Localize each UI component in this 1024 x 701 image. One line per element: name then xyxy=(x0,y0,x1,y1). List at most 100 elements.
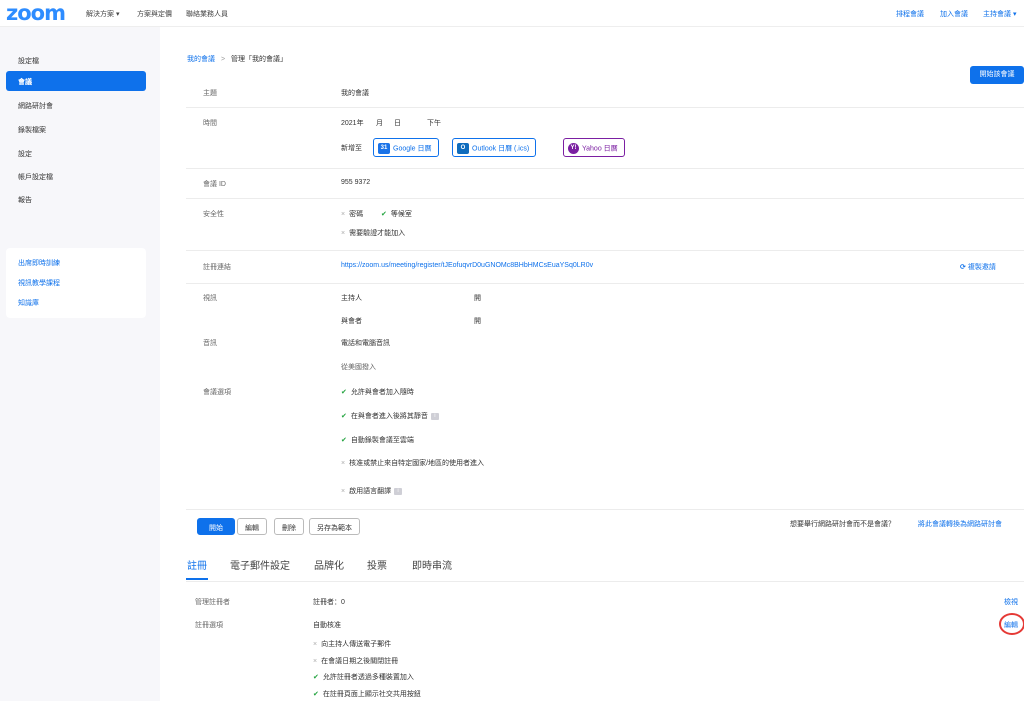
tab-registration[interactable]: 註冊 xyxy=(187,557,207,572)
check-icon: ✔ xyxy=(341,437,347,444)
breadcrumb-parent[interactable]: 我的會議 xyxy=(187,56,215,63)
topic-label: 主題 xyxy=(203,90,217,97)
sidebar-item-reports[interactable]: 報告 xyxy=(18,195,32,205)
sidebar-link-knowledge-base[interactable]: 知識庫 xyxy=(18,298,39,308)
check-icon: ✔ xyxy=(313,674,319,681)
delete-button[interactable]: 刪除 xyxy=(274,518,304,535)
tab-live-streaming[interactable]: 即時串流 xyxy=(412,557,452,572)
nav-join-meeting[interactable]: 加入會議 xyxy=(940,9,968,19)
x-icon: × xyxy=(341,460,346,467)
check-icon: ✔ xyxy=(381,211,387,218)
video-participant-value: 開 xyxy=(474,318,481,325)
x-icon: × xyxy=(341,230,346,237)
check-icon: ✔ xyxy=(341,389,347,396)
time-day: 日 xyxy=(394,120,401,127)
sidebar-help-box: 出席即時訓練 視訊教學課程 知識庫 xyxy=(6,248,146,318)
divider xyxy=(186,283,1024,284)
registration-approval: 自動核准 xyxy=(313,622,341,629)
sidebar-item-profile[interactable]: 設定檔 xyxy=(18,56,39,66)
sidebar-item-meetings[interactable]: 會議 xyxy=(6,71,146,91)
option-mute-on-entry: ✔ 在與會者進入後將其靜音 i xyxy=(341,411,439,421)
nav-pricing[interactable]: 方案與定價 xyxy=(137,9,172,19)
option-country-filter: × 核准或禁止來自特定國家/地區的使用者進入 xyxy=(341,460,485,467)
yahoo-calendar-label: Yahoo 日曆 xyxy=(582,145,618,153)
divider xyxy=(186,581,1024,582)
start-meeting-button[interactable]: 開始該會議 xyxy=(970,66,1024,84)
yahoo-calendar-button[interactable]: Y! Yahoo 日曆 xyxy=(563,138,625,157)
info-icon[interactable]: i xyxy=(394,487,403,495)
sidebar-item-account-profile[interactable]: 帳戶設定檔 xyxy=(18,172,53,182)
audio-value: 電話和電腦音訊 xyxy=(341,340,390,347)
x-icon: × xyxy=(313,641,318,648)
option-join-anytime: ✔ 允許與會者加入隨時 xyxy=(341,389,414,396)
highlight-circle xyxy=(999,613,1024,635)
reg-option-close-after-date: × 在會議日期之後關閉註冊 xyxy=(313,658,399,665)
nav-solutions[interactable]: 解決方案 ▾ xyxy=(86,9,119,19)
copy-invitation-button[interactable]: ⟳ 複製邀請 xyxy=(960,262,996,272)
google-calendar-button[interactable]: 31 Google 日曆 xyxy=(373,138,439,157)
divider xyxy=(186,168,1024,169)
start-button[interactable]: 開始 xyxy=(197,518,235,535)
topic-value: 我的會議 xyxy=(341,90,369,97)
active-tab-indicator xyxy=(186,578,208,580)
audio-label: 音訊 xyxy=(203,340,217,347)
security-passcode: × 密碼 xyxy=(341,211,364,218)
divider xyxy=(186,198,1024,199)
check-icon: ✔ xyxy=(313,691,319,698)
reg-option-email-host: × 向主持人傳送電子郵件 xyxy=(313,641,392,648)
video-host-label: 主持人 xyxy=(341,295,362,302)
security-auth: × 需要驗證才能加入 xyxy=(341,230,406,237)
info-icon[interactable]: i xyxy=(430,412,439,420)
sidebar-link-live-training[interactable]: 出席即時訓練 xyxy=(18,258,60,268)
outlook-calendar-button[interactable]: O Outlook 日曆 (.ics) xyxy=(452,138,537,157)
time-month: 月 xyxy=(376,120,383,127)
zoom-logo[interactable]: zoom xyxy=(6,1,66,25)
yahoo-icon: Y! xyxy=(568,143,579,154)
copy-icon: ⟳ xyxy=(960,264,966,271)
nav-host-meeting[interactable]: 主持會議 ▾ xyxy=(983,9,1016,19)
registrant-count: 註冊者：0 xyxy=(313,599,345,606)
webinar-prompt: 想要舉行網路研討會而不是會議？ xyxy=(790,521,895,528)
sidebar-item-recordings[interactable]: 錄製檔案 xyxy=(18,125,46,135)
nav-contact-sales[interactable]: 聯絡業務人員 xyxy=(186,9,228,19)
outlook-calendar-label: Outlook 日曆 (.ics) xyxy=(472,145,530,153)
video-participant-label: 與會者 xyxy=(341,318,362,325)
sidebar-item-settings[interactable]: 設定 xyxy=(18,149,32,159)
sidebar-link-video-tutorials[interactable]: 視訊教學課程 xyxy=(18,278,60,288)
security-label: 安全性 xyxy=(203,211,224,218)
reg-option-social-share: ✔ 在註冊頁面上顯示社交共用按鈕 xyxy=(313,691,421,698)
x-icon: × xyxy=(341,211,346,218)
meeting-id-label: 會議 ID xyxy=(203,181,226,188)
save-as-template-button[interactable]: 另存為範本 xyxy=(309,518,360,535)
meeting-id-value: 955 9372 xyxy=(341,179,371,186)
nav-schedule-meeting[interactable]: 排程會議 xyxy=(896,9,924,19)
add-to-label: 新增至 xyxy=(341,145,362,152)
audio-dialin: 從美國撥入 xyxy=(341,364,376,371)
google-calendar-icon: 31 xyxy=(378,143,390,154)
meeting-options-label: 會議選項 xyxy=(203,389,231,396)
tab-branding[interactable]: 品牌化 xyxy=(314,557,344,572)
divider xyxy=(186,107,1024,108)
sidebar-item-webinars[interactable]: 網路研討會 xyxy=(18,101,53,111)
convert-to-webinar-link[interactable]: 將此會議轉換為網路研討會 xyxy=(918,519,1002,529)
view-registrants-link[interactable]: 檢視 xyxy=(1004,597,1018,607)
manage-registrants-label: 管理註冊者 xyxy=(195,599,230,606)
time-ampm: 下午 xyxy=(427,120,441,127)
tab-polls[interactable]: 投票 xyxy=(367,557,387,572)
registration-link[interactable]: https://zoom.us/meeting/register/tJEofuq… xyxy=(341,262,593,269)
registration-options-label: 註冊選項 xyxy=(195,622,223,629)
divider xyxy=(186,509,1024,510)
edit-button[interactable]: 編輯 xyxy=(237,518,267,535)
time-label: 時間 xyxy=(203,120,217,127)
google-calendar-label: Google 日曆 xyxy=(393,145,432,153)
breadcrumb-current: 管理「我的會議」 xyxy=(231,56,287,63)
option-auto-record-cloud: ✔ 自動錄製會議至雲端 xyxy=(341,437,414,444)
registration-link-label: 註冊連結 xyxy=(203,264,231,271)
breadcrumb: 我的會議 > 管理「我的會議」 xyxy=(187,54,287,64)
check-icon: ✔ xyxy=(341,413,347,420)
x-icon: × xyxy=(341,488,346,495)
tab-email-settings[interactable]: 電子郵件設定 xyxy=(230,557,290,572)
breadcrumb-separator: > xyxy=(220,56,226,63)
divider xyxy=(186,250,1024,251)
security-waiting-room: ✔ 等候室 xyxy=(381,211,412,218)
